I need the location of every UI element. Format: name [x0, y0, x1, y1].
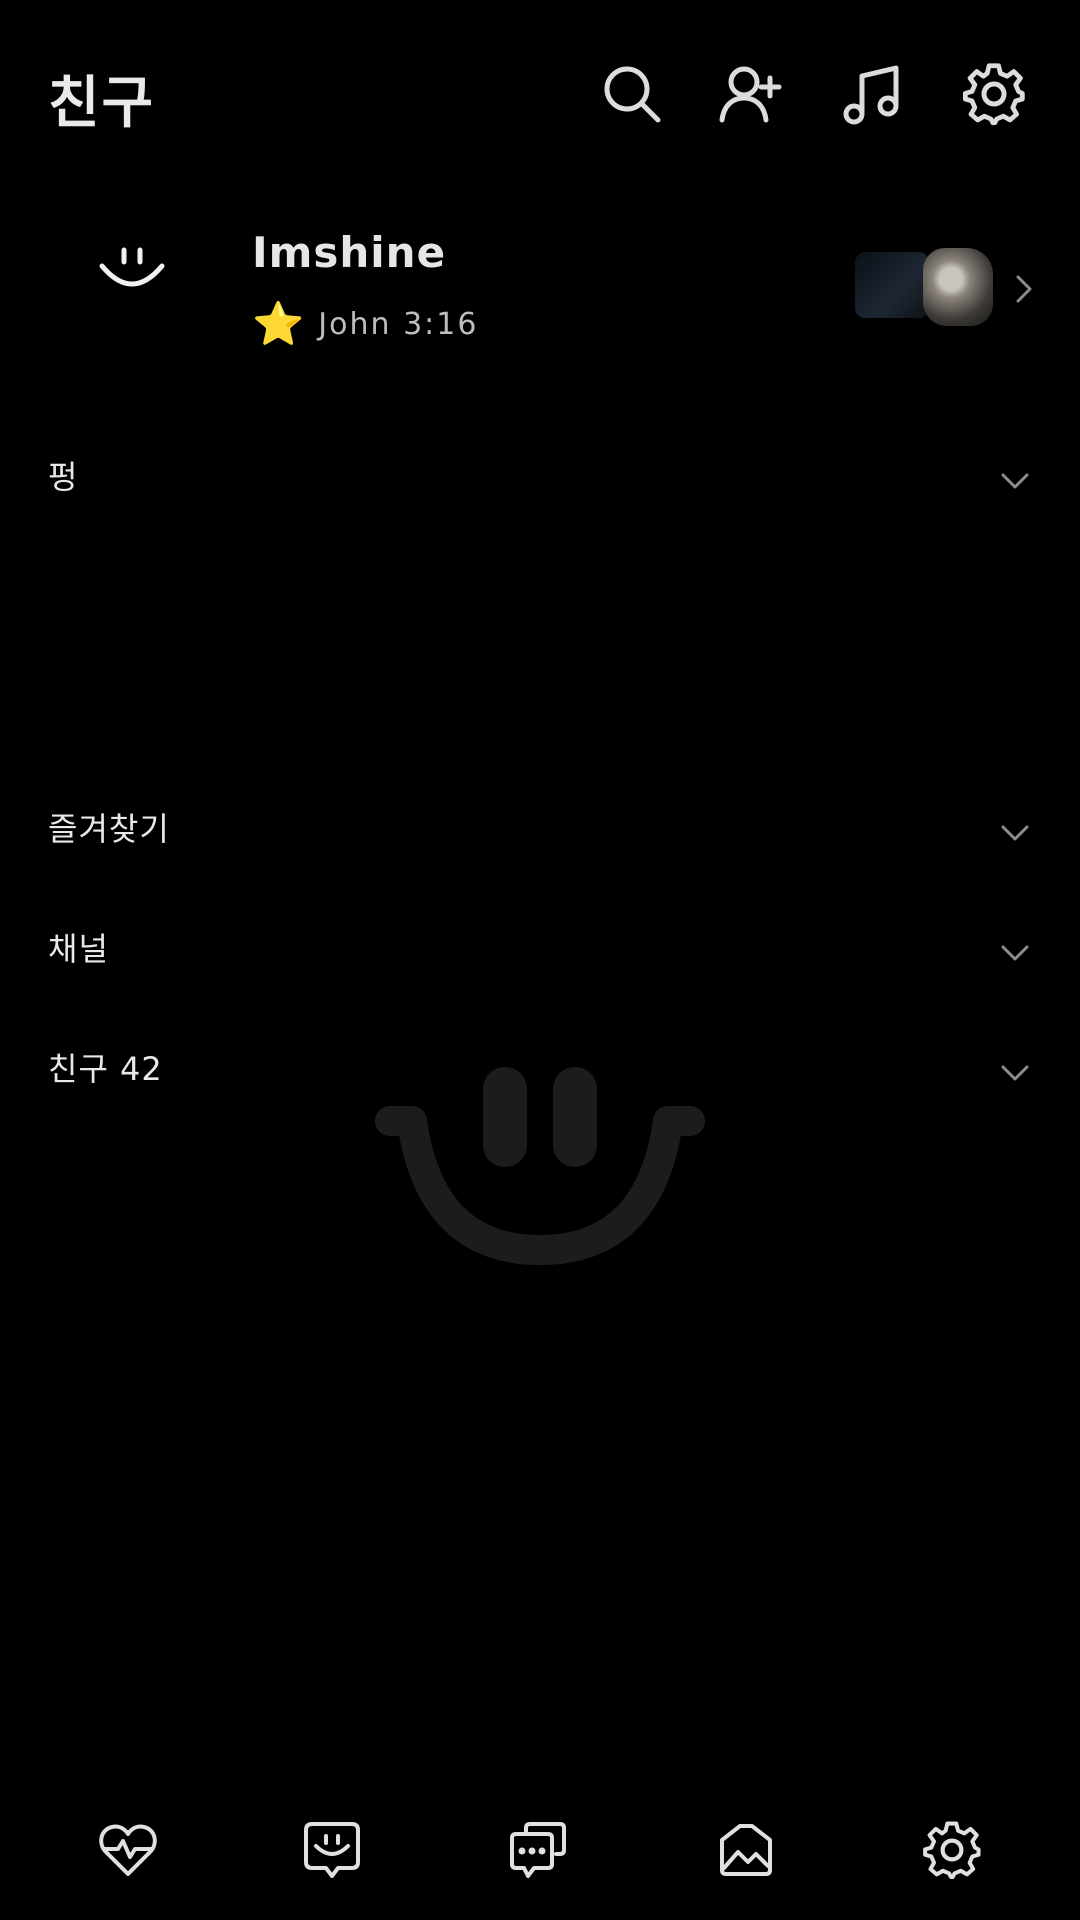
- page-title: 친구: [48, 71, 156, 136]
- section-header-pung[interactable]: 펑: [48, 452, 78, 498]
- section-header-channels[interactable]: 채널: [48, 924, 109, 970]
- search-icon[interactable]: [600, 62, 664, 126]
- chevron-down-icon[interactable]: [1000, 472, 1030, 490]
- status-text: John 3:16: [318, 306, 479, 342]
- profile-music-thumbnails[interactable]: [855, 248, 993, 326]
- thumbnail-image: [855, 252, 929, 318]
- section-header-favorites[interactable]: 즐겨찾기: [48, 804, 170, 850]
- settings-icon[interactable]: [922, 1820, 982, 1880]
- chevron-down-icon[interactable]: [1000, 824, 1030, 842]
- settings-icon[interactable]: [962, 62, 1026, 126]
- smile-face-icon[interactable]: [96, 240, 168, 300]
- chat-face-icon[interactable]: [302, 1820, 362, 1880]
- heart-icon[interactable]: [98, 1820, 158, 1880]
- smile-watermark-icon: [370, 1065, 710, 1265]
- music-icon[interactable]: [840, 62, 904, 126]
- chevron-down-icon[interactable]: [1000, 944, 1030, 962]
- status-message[interactable]: ⭐ John 3:16: [252, 303, 478, 345]
- chevron-right-icon[interactable]: [1010, 272, 1038, 306]
- gallery-icon[interactable]: [716, 1820, 776, 1880]
- chevron-down-icon[interactable]: [1000, 1064, 1030, 1082]
- star-icon: ⭐: [252, 299, 305, 348]
- section-header-friends[interactable]: 친구 42: [48, 1044, 163, 1090]
- profile-name[interactable]: Imshine: [252, 228, 446, 277]
- chats-icon[interactable]: [508, 1820, 568, 1880]
- add-friend-icon[interactable]: [718, 62, 782, 126]
- thumbnail-image: [923, 248, 993, 326]
